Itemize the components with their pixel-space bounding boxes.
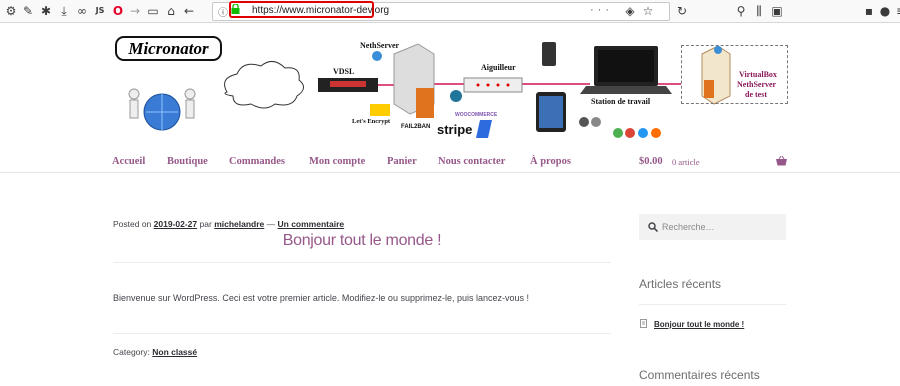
- post-title[interactable]: Bonjour tout le monde !: [113, 232, 611, 250]
- stripe-logo: stripe: [437, 122, 473, 137]
- post-meta: Posted on 2019-02-27 par michelandre — U…: [113, 219, 344, 229]
- recent-posts-title: Articles récents: [639, 277, 722, 291]
- post-content-divider: [113, 333, 611, 334]
- category-label: Category:: [113, 347, 150, 357]
- vbox-label-1: VirtualBox: [739, 70, 777, 79]
- nav-item-commandes[interactable]: Commandes: [229, 156, 285, 167]
- meta-separator: —: [266, 219, 276, 229]
- reload-icon[interactable]: ↻: [674, 3, 690, 19]
- nav-item-mon-compte[interactable]: Mon compte: [309, 156, 365, 167]
- sync-icon[interactable]: ●: [877, 3, 893, 19]
- home-icon[interactable]: ⌂: [163, 3, 179, 19]
- nav-item-panier[interactable]: Panier: [387, 156, 417, 167]
- category-link[interactable]: Non classé: [152, 347, 197, 357]
- by-label: par: [199, 219, 212, 229]
- recent-comments-title: Commentaires récents: [639, 368, 760, 382]
- account-icon[interactable]: ▪: [861, 3, 877, 19]
- library-shelf-icon[interactable]: ⫼: [751, 3, 767, 19]
- site-logo[interactable]: Micronator: [115, 36, 222, 61]
- forward-icon[interactable]: →: [127, 3, 143, 19]
- gear-icon[interactable]: ⚙: [3, 3, 19, 19]
- nav-item-accueil[interactable]: Accueil: [112, 156, 145, 167]
- download-icon[interactable]: ⤓: [56, 3, 72, 19]
- sidebar-icon[interactable]: ▣: [769, 3, 785, 19]
- opera-icon[interactable]: O: [110, 3, 126, 19]
- header-divider: [0, 172, 900, 173]
- pocket-icon[interactable]: ◈: [622, 3, 638, 19]
- comments-link[interactable]: Un commentaire: [278, 219, 345, 229]
- nav-item-boutique[interactable]: Boutique: [167, 156, 208, 167]
- recent-post-link[interactable]: Bonjour tout le monde !: [654, 320, 744, 329]
- nav-item-nous-contacter[interactable]: Nous contacter: [438, 156, 505, 167]
- station-label: Station de travail: [591, 97, 651, 106]
- wrench-icon[interactable]: ✎: [20, 3, 36, 19]
- search-placeholder: Recherche…: [662, 222, 715, 232]
- nav-item-a-propos[interactable]: À propos: [530, 156, 571, 167]
- page-actions-icon[interactable]: ···: [590, 4, 613, 16]
- back-icon[interactable]: ←: [181, 3, 197, 19]
- document-icon: [640, 319, 647, 328]
- browser-toolbar: ⚙ ✎ ✱ ⤓ ∞ JS O → ▭ ⌂ ← ⓘ https://www.mic…: [0, 0, 900, 23]
- post-category: Category: Non classé: [113, 347, 197, 357]
- post-title-divider: [113, 262, 611, 263]
- author-link[interactable]: michelandre: [214, 219, 264, 229]
- bookmark-star-icon[interactable]: ☆: [640, 3, 656, 19]
- recent-posts-divider: [639, 304, 786, 305]
- js-icon[interactable]: JS: [92, 3, 108, 19]
- aiguilleur-label: Aiguilleur: [481, 63, 516, 72]
- vbox-label-2: NethServer: [737, 80, 777, 89]
- search-icon: [648, 222, 658, 232]
- cart-price[interactable]: $0.00: [639, 156, 663, 167]
- woocommerce-logo: WOOCOMMERCE: [455, 112, 498, 118]
- post-content: Bienvenue sur WordPress. Ceci est votre …: [113, 293, 529, 303]
- glasses-icon[interactable]: ∞: [74, 3, 90, 19]
- menu-icon[interactable]: ≡: [893, 3, 900, 19]
- library-icon[interactable]: ▭: [145, 3, 161, 19]
- vdsl-label: VDSL: [333, 67, 355, 76]
- cart-count[interactable]: 0 article: [672, 157, 700, 167]
- fail2ban-logo: FAIL2BAN: [401, 124, 431, 130]
- posted-on-label: Posted on: [113, 219, 152, 229]
- basket-icon[interactable]: [776, 156, 787, 166]
- letsencrypt-logo: Let's Encrypt: [352, 118, 391, 125]
- puzzle-icon[interactable]: ✱: [38, 3, 54, 19]
- post-date-link[interactable]: 2019-02-27: [154, 219, 197, 229]
- vbox-label-3: de test: [745, 90, 767, 99]
- nethserver-label: NethServer: [360, 41, 400, 50]
- search-icon[interactable]: ⚲: [733, 3, 749, 19]
- url-text[interactable]: https://www.micronator-dev.org: [252, 5, 389, 16]
- info-icon[interactable]: ⓘ: [218, 4, 228, 19]
